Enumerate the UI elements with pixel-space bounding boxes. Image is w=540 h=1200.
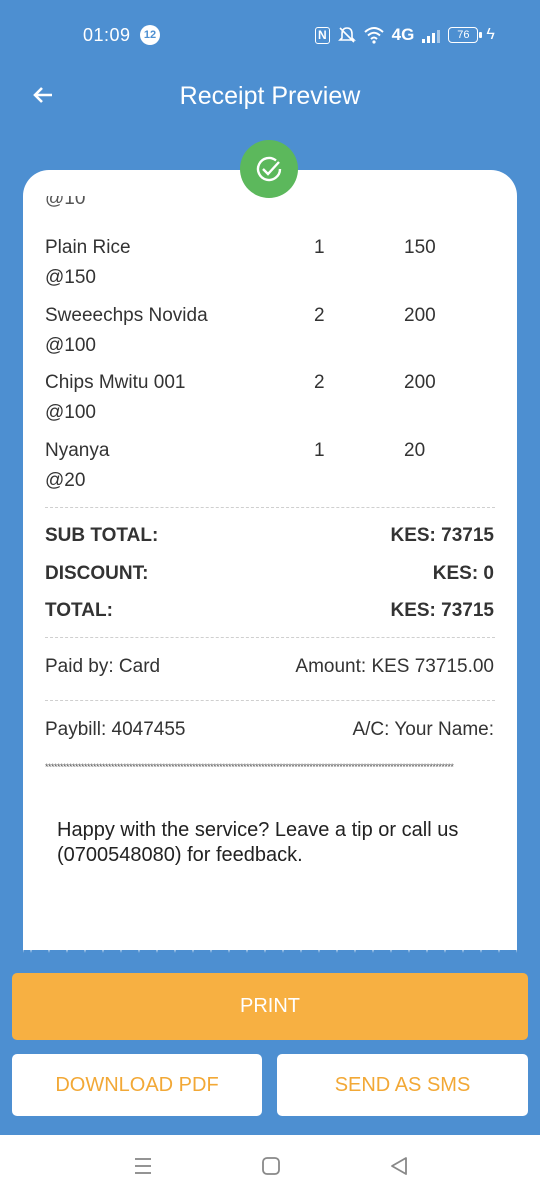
total-label: TOTAL: — [45, 600, 113, 621]
item-amount: 20 — [404, 440, 426, 461]
page-title: Receipt Preview — [179, 82, 361, 110]
action-panel: PRINT DOWNLOAD PDF SEND AS SMS — [0, 955, 540, 1135]
divider — [45, 700, 495, 701]
signal-icon — [422, 27, 441, 43]
status-icons: N 4G 76 ϟ — [315, 22, 495, 48]
divider — [45, 507, 495, 508]
star-separator: ****************************************… — [45, 762, 454, 772]
status-bar: 01:09 12 N 4G 76 ϟ — [0, 0, 540, 70]
wifi-icon — [364, 27, 384, 44]
print-button[interactable]: PRINT — [12, 973, 528, 1040]
item-amount: 200 — [404, 372, 436, 393]
success-check-badge — [240, 140, 298, 198]
item-qty: 1 — [314, 440, 325, 461]
item-qty: 2 — [314, 305, 325, 326]
item-unit-price: @100 — [45, 402, 96, 423]
item-qty: 1 — [314, 237, 325, 258]
item-name: Plain Rice — [45, 237, 131, 258]
network-type: 4G — [391, 25, 415, 44]
send-sms-button[interactable]: SEND AS SMS — [277, 1054, 528, 1116]
feedback-message: Happy with the service? Leave a tip or c… — [57, 819, 459, 866]
subtotal-label: SUB TOTAL: — [45, 525, 159, 546]
item-name: Nyanya — [45, 440, 110, 461]
item-name: Sweeechps Novida — [45, 305, 208, 326]
item-unit-price: @150 — [45, 267, 96, 288]
item-amount: 150 — [404, 237, 436, 258]
paid-by-text: Paid by: Card — [45, 656, 161, 677]
item-unit-price: @20 — [45, 470, 86, 491]
nfc-icon: N — [315, 26, 330, 44]
mute-bell-icon — [337, 27, 356, 43]
item-unit-price: @100 — [45, 335, 96, 356]
subtotal-value: KES: 73715 — [390, 525, 494, 546]
home-icon[interactable] — [260, 1155, 282, 1177]
app-header: Receipt Preview — [0, 70, 540, 126]
total-value: KES: 73715 — [390, 600, 494, 621]
check-circle-icon — [256, 156, 282, 182]
item-amount: 200 — [404, 305, 436, 326]
amount-paid-text: Amount: KES 73715.00 — [295, 656, 494, 677]
system-nav-bar — [0, 1135, 540, 1200]
back-icon[interactable] — [388, 1155, 410, 1177]
download-pdf-button[interactable]: DOWNLOAD PDF — [12, 1054, 262, 1116]
recent-apps-icon[interactable] — [132, 1155, 154, 1177]
item-name: Chips Mwitu 001 — [45, 372, 186, 393]
status-time: 01:09 — [83, 25, 131, 45]
paybill-text: Paybill: 4047455 — [45, 719, 186, 740]
battery-icon: 76 — [448, 27, 483, 43]
divider — [45, 637, 495, 638]
receipt-torn-edge — [23, 895, 517, 953]
discount-label: DISCOUNT: — [45, 563, 149, 584]
account-text: A/C: Your Name: — [352, 719, 494, 740]
item-qty: 2 — [314, 372, 325, 393]
notification-count-badge: 12 — [140, 25, 160, 45]
charging-icon: ϟ — [486, 26, 495, 43]
receipt-card: @10 Plain Rice 1 150 @150 Sweeechps Novi… — [23, 170, 517, 950]
discount-value: KES: 0 — [432, 563, 494, 584]
cut-off-item-price: @10 — [45, 196, 86, 208]
